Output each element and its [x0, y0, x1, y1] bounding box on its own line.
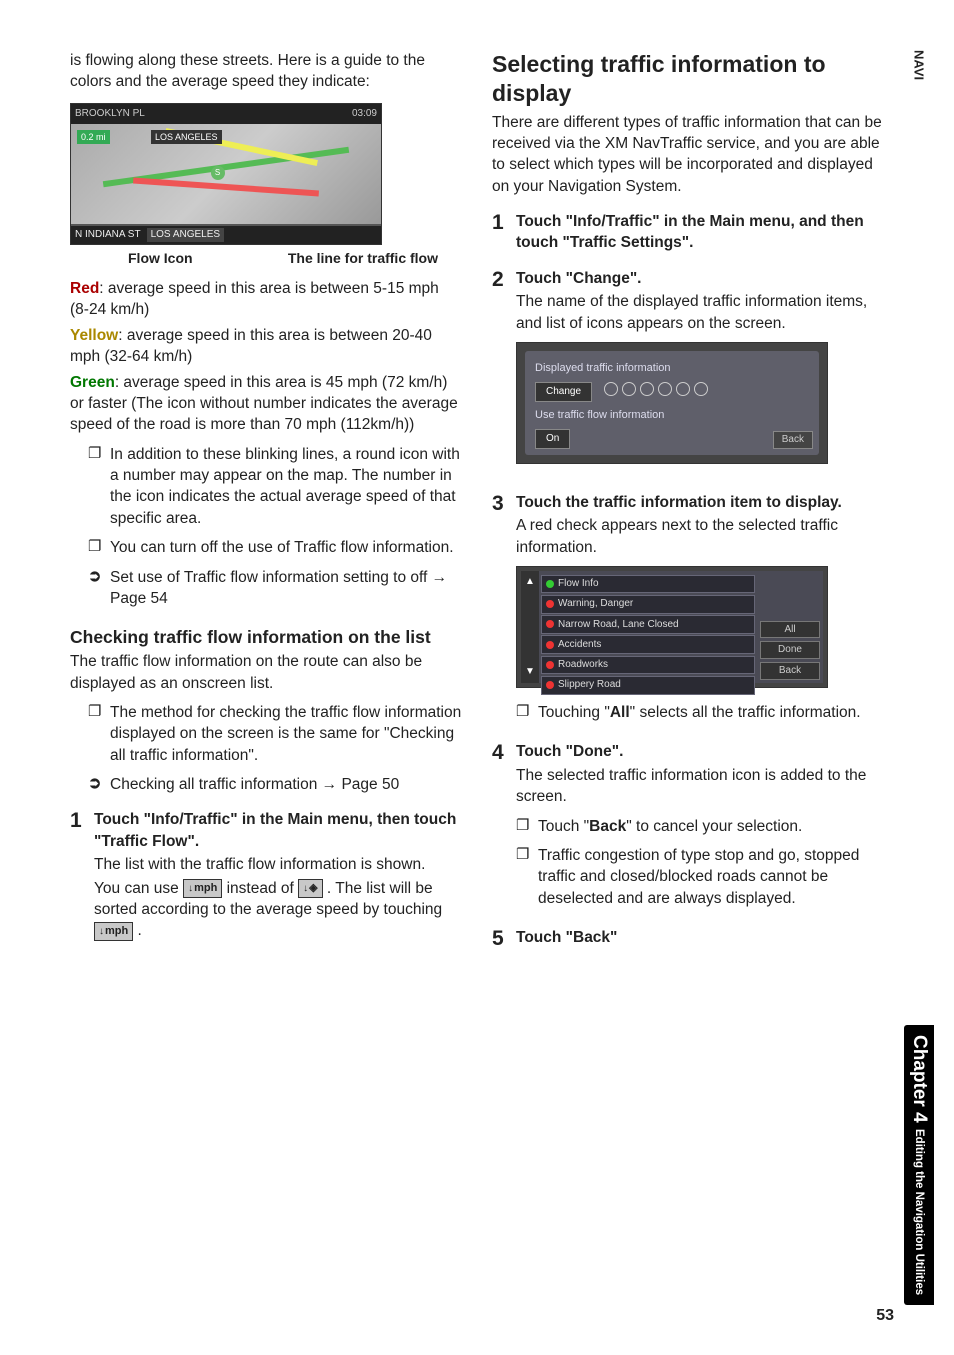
crossref-1: ➲ Set use of Traffic flow information se… [88, 567, 462, 610]
settings-label-1: Displayed traffic information [535, 361, 809, 376]
change-button[interactable]: Change [535, 382, 592, 402]
map-city: LOS ANGELES [151, 130, 222, 144]
diamond-button-icon: ◈ [298, 879, 322, 898]
subheading-check-flow: Checking traffic flow information on the… [70, 627, 462, 649]
yellow-speed: Yellow: average speed in this area is be… [70, 325, 462, 368]
left-column: is flowing along these streets. Here is … [70, 50, 462, 950]
note-bullet-2: ❐ You can turn off the use of Traffic fl… [88, 537, 462, 558]
step-desc: The name of the displayed traffic inform… [516, 291, 884, 334]
navi-label: NAVI [912, 50, 927, 80]
step-number: 4 [492, 741, 516, 913]
step3-note: ❐ Touching "All" selects all the traffic… [516, 702, 884, 723]
chapter-tab: Chapter 4 Editing the Navigation Utiliti… [904, 1025, 934, 1305]
step-number: 2 [492, 268, 516, 478]
note-bullet-1: ❐ In addition to these blinking lines, a… [88, 444, 462, 530]
note-bullet-3: ❐ The method for checking the traffic fl… [88, 702, 462, 766]
chapter-label: Chapter 4 [908, 1035, 930, 1123]
side-tab-area: NAVI Chapter 4 Editing the Navigation Ut… [906, 50, 932, 1305]
square-bullet-icon: ❐ [516, 702, 538, 723]
page-content: is flowing along these streets. Here is … [0, 0, 954, 990]
step-number: 1 [492, 211, 516, 254]
label-flow-icon: Flow Icon [128, 249, 193, 268]
info-icons [602, 382, 710, 401]
step4-bullet-1: ❐ Touch "Back" to cancel your selection. [516, 816, 884, 837]
step-desc: The selected traffic information icon is… [516, 765, 884, 808]
left-step-1: 1 Touch "Info/Traffic" in the Main menu,… [70, 809, 462, 941]
heading-intro: There are different types of traffic inf… [492, 112, 884, 198]
figure-labels: Flow Icon The line for traffic flow [70, 249, 446, 268]
list-item[interactable]: Warning, Danger [541, 595, 755, 614]
on-button[interactable]: On [535, 429, 570, 449]
label-traffic-line: The line for traffic flow [288, 249, 438, 268]
step-number: 5 [492, 927, 516, 950]
step-number: 3 [492, 492, 516, 728]
all-button[interactable]: All [760, 621, 820, 639]
list-item[interactable]: Flow Info [541, 575, 755, 594]
main-heading: Selecting traffic information to display [492, 50, 884, 108]
step-lead: Touch "Done". [516, 741, 884, 762]
step-lead: Touch "Change". [516, 268, 884, 289]
right-step-3: 3 Touch the traffic information item to … [492, 492, 884, 728]
right-step-4: 4 Touch "Done". The selected traffic inf… [492, 741, 884, 913]
crossref-icon: ➲ [88, 567, 110, 610]
settings-label-2: Use traffic flow information [535, 408, 809, 423]
settings-screenshot: Displayed traffic information Change Use… [516, 342, 828, 464]
step4-bullet-2: ❐ Traffic congestion of type stop and go… [516, 845, 884, 909]
yellow-label: Yellow [70, 327, 118, 344]
list-item[interactable]: Narrow Road, Lane Closed [541, 615, 755, 634]
scroll-up-icon[interactable]: ▲ [525, 575, 535, 589]
step-desc: The list with the traffic flow informati… [94, 854, 462, 875]
back-button[interactable]: Back [773, 431, 813, 449]
red-label: Red [70, 280, 99, 297]
crossref-2: ➲ Checking all traffic information → Pag… [88, 774, 462, 795]
back-button[interactable]: Back [760, 662, 820, 680]
map-time: 03:09 [352, 107, 377, 121]
sub-text: The traffic flow information on the rout… [70, 651, 462, 694]
green-label: Green [70, 374, 115, 391]
right-step-5: 5 Touch "Back" [492, 927, 884, 950]
step-lead: Touch "Info/Traffic" in the Main menu, t… [94, 809, 462, 852]
map-screenshot: BROOKLYN PL 03:09 S 0.2 mi LOS ANGELES N… [70, 103, 382, 245]
right-step-2: 2 Touch "Change". The name of the displa… [492, 268, 884, 478]
step-lead: Touch the traffic information item to di… [516, 492, 884, 513]
scroll-bar[interactable]: ▲▼ [521, 571, 539, 683]
step-lead: Touch "Back" [516, 927, 884, 948]
mph-button-icon: mph [183, 879, 222, 898]
list-screenshot: ▲▼ Flow Info Warning, Danger Narrow Road… [516, 566, 828, 688]
green-speed: Green: average speed in this area is 45 … [70, 372, 462, 436]
right-step-1: 1 Touch "Info/Traffic" in the Main menu,… [492, 211, 884, 254]
square-bullet-icon: ❐ [88, 444, 110, 530]
square-bullet-icon: ❐ [88, 702, 110, 766]
list-item[interactable]: Roadworks [541, 656, 755, 675]
square-bullet-icon: ❐ [516, 845, 538, 909]
scroll-down-icon[interactable]: ▼ [525, 665, 535, 679]
done-button[interactable]: Done [760, 641, 820, 659]
step-number: 1 [70, 809, 94, 941]
square-bullet-icon: ❐ [516, 816, 538, 837]
square-bullet-icon: ❐ [88, 537, 110, 558]
list-item[interactable]: Accidents [541, 635, 755, 654]
step-extra: You can use mph instead of ◈ . The list … [94, 878, 462, 942]
map-place: BROOKLYN PL [75, 107, 145, 121]
crossref-icon: ➲ [88, 774, 110, 795]
map-bottom-city: LOS ANGELES [147, 228, 224, 242]
traffic-item-list: Flow Info Warning, Danger Narrow Road, L… [539, 571, 757, 683]
map-dist: 0.2 mi [77, 130, 110, 144]
map-bottom-street: N INDIANA ST [75, 228, 141, 242]
chapter-subtitle: Editing the Navigation Utilities [913, 1129, 925, 1295]
intro-text: is flowing along these streets. Here is … [70, 50, 462, 93]
list-item[interactable]: Slippery Road [541, 676, 755, 695]
red-speed: Red: average speed in this area is betwe… [70, 278, 462, 321]
right-column: Selecting traffic information to display… [492, 50, 884, 950]
step-lead: Touch "Info/Traffic" in the Main menu, a… [516, 211, 884, 254]
step-desc: A red check appears next to the selected… [516, 515, 884, 558]
mph-button-icon: mph [94, 922, 133, 941]
page-number: 53 [876, 1307, 894, 1325]
